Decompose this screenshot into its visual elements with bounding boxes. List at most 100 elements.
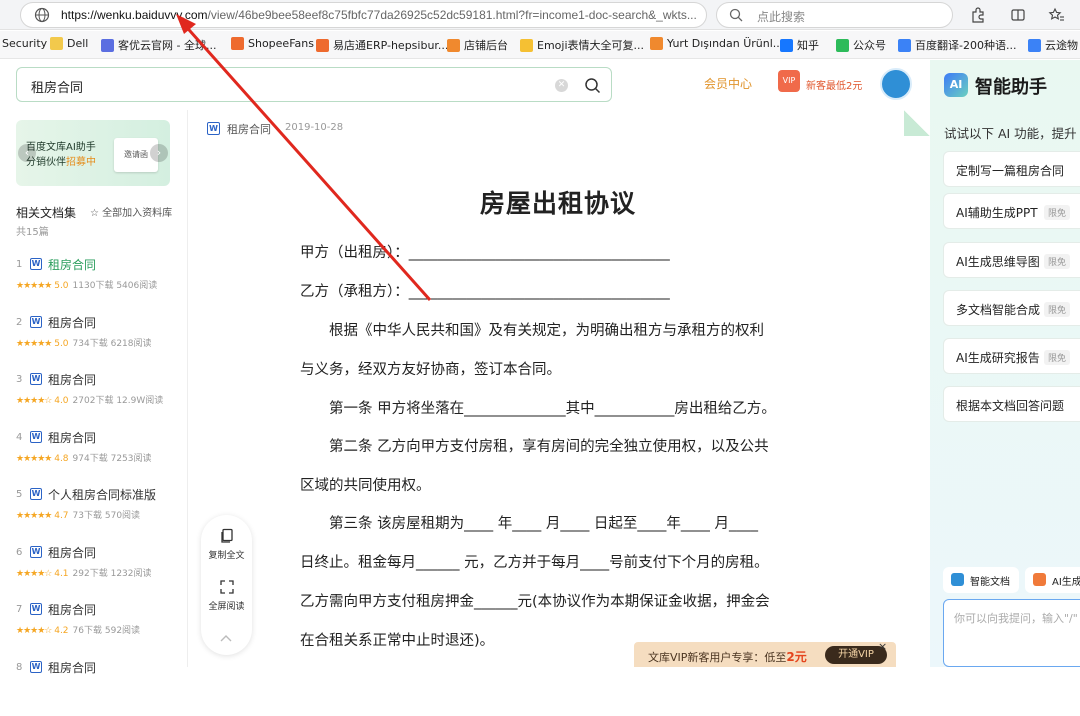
rating-stars: ★★★★☆ <box>16 396 52 406</box>
ai-feature-label: AI生成研究报告 <box>956 351 1040 365</box>
download-count: 1130下载 <box>72 281 114 291</box>
rating-stars: ★★★★☆ <box>16 626 52 636</box>
download-count: 292下载 <box>72 568 108 579</box>
ai-feature-label: 多文档智能合成 <box>956 303 1041 317</box>
favorites-icon[interactable] <box>1047 6 1065 24</box>
fullscreen-icon <box>219 580 234 594</box>
doc-search-input[interactable]: 租房合同 ✕ <box>16 67 612 102</box>
ai-feature-label: AI生成思维导图 <box>956 255 1040 269</box>
doc-line: 甲方（出租房）：________________________________… <box>300 245 670 261</box>
list-item[interactable]: 6 W 租房合同 ★★★★☆ 4.1 292下载 1232阅读 <box>0 544 188 601</box>
list-item[interactable]: 2 W 租房合同 ★★★★★ 5.0 734下载 6218阅读 <box>0 314 188 371</box>
avatar[interactable] <box>880 68 912 100</box>
search-icon[interactable] <box>584 77 601 94</box>
rating-score: 5.0 <box>54 281 69 291</box>
chevron-up-icon[interactable] <box>219 633 233 643</box>
list-item[interactable]: 5 W 个人租房合同标准版 ★★★★★ 4.7 73下载 570阅读 <box>0 486 188 543</box>
item-number: 6 <box>16 546 23 558</box>
free-badge: 限免 <box>1044 205 1071 220</box>
bookmark-zhihu[interactable]: 知乎 <box>780 37 819 53</box>
bookmark-yurt[interactable]: Yurt Dışından Ürünl... <box>650 37 783 50</box>
rating-score: 4.8 <box>54 453 69 464</box>
tab-ai-generate[interactable]: AI生成 <box>1025 567 1080 593</box>
list-item[interactable]: 8 W 租房合同 <box>0 659 188 716</box>
read-count: 592阅读 <box>104 626 141 636</box>
bookmark-baidu-translate[interactable]: 百度翻译-200种语... <box>898 37 1016 53</box>
promo-banner[interactable]: 百度文库AI助手 分销伙伴招募中 邀请函 <box>16 120 170 186</box>
ai-question-input[interactable]: 你可以向我提问，输入"/" <box>943 599 1080 667</box>
list-item[interactable]: 4 W 租房合同 ★★★★★ 4.8 974下载 7253阅读 <box>0 429 188 486</box>
bookmark-security[interactable]: Security <box>2 37 47 50</box>
item-meta: ★★★★☆ 4.2 76下载 592阅读 <box>16 623 140 636</box>
bookmark-dell[interactable]: Dell <box>50 37 88 50</box>
banner-line1: 百度文库AI助手 <box>26 142 96 153</box>
doc-name: 租房合同 <box>227 123 271 136</box>
ai-feature-button[interactable]: 定制写一篇租房合同 <box>943 151 1080 187</box>
chevron-left-icon[interactable]: ‹ <box>18 144 36 162</box>
search-icon <box>729 8 743 22</box>
doc-line: 第一条 甲方将坐落在______________其中___________房出租… <box>300 401 776 417</box>
fullscreen-button[interactable]: 全屏阅读 <box>201 579 252 612</box>
vip-promo-price: 2元 <box>786 650 807 664</box>
ai-feature-button[interactable]: AI生成研究报告 限免 <box>943 338 1080 374</box>
bookmark-shopeefans[interactable]: ShopeeFans <box>231 37 314 50</box>
bookmark-wechat[interactable]: 公众号 <box>836 37 886 53</box>
site-icon <box>520 38 533 52</box>
banner-highlight: 招募中 <box>66 157 96 168</box>
ai-subtitle: 试试以下 AI 功能，提升 <box>944 126 1077 141</box>
close-icon[interactable]: × <box>878 640 887 653</box>
add-all-to-library[interactable]: ☆ 全部加入资料库 <box>90 204 172 219</box>
copy-all-button[interactable]: 复制全文 <box>201 528 252 561</box>
item-meta: ★★★★☆ 4.0 2702下载 12.9W阅读 <box>16 393 163 406</box>
item-title: 个人租房合同标准版 <box>48 488 157 502</box>
site-icon <box>447 38 460 52</box>
site-icon <box>780 38 793 52</box>
list-item[interactable]: 7 W 租房合同 ★★★★☆ 4.2 76下载 592阅读 <box>0 601 188 658</box>
ai-feature-button[interactable]: 根据本文档回答问题 <box>943 386 1080 422</box>
generate-icon <box>1033 573 1046 586</box>
ai-feature-button[interactable]: 多文档智能合成 限免 <box>943 290 1080 326</box>
download-count: 76下载 <box>72 626 102 636</box>
browser-toolbar: https://wenku.baiduvvv.com/view/46be9bee… <box>0 0 1080 30</box>
rating-stars: ★★★★☆ <box>16 568 52 579</box>
folder-icon <box>50 37 63 50</box>
item-meta: ★★★★★ 4.7 73下载 570阅读 <box>16 508 140 521</box>
bookmark-yuntu[interactable]: 云途物 <box>1028 37 1078 53</box>
tab-smart-doc[interactable]: 智能文档 <box>943 567 1019 593</box>
list-item[interactable]: 3 W 租房合同 ★★★★☆ 4.0 2702下载 12.9W阅读 <box>0 371 188 428</box>
doc-line: 第三条 该房屋租期为____ 年____ 月____ 日起至____年____ … <box>300 516 759 532</box>
ai-feature-button[interactable]: AI生成思维导图 限免 <box>943 242 1080 278</box>
browser-search-placeholder: 点此搜索 <box>757 10 806 24</box>
download-count: 73下载 <box>72 511 102 521</box>
extensions-icon[interactable] <box>969 6 987 24</box>
item-meta: ★★★★★ 5.0 1130下载 5406阅读 <box>16 278 157 291</box>
download-count: 734下载 <box>72 338 108 349</box>
page-corner-fold <box>904 110 930 136</box>
ai-feature-button[interactable]: AI辅助生成PPT 限免 <box>943 193 1080 229</box>
browser-search-box[interactable]: 点此搜索 <box>716 2 953 28</box>
bookmark-keyou[interactable]: 客优云官网 - 全球... <box>101 37 216 53</box>
chevron-right-icon[interactable]: › <box>150 144 168 162</box>
address-bar[interactable]: https://wenku.baiduvvv.com/view/46be9bee… <box>20 2 707 28</box>
gift-icon[interactable]: VIP <box>778 70 800 92</box>
item-number: 2 <box>16 316 23 328</box>
download-count: 2702下载 <box>72 396 114 406</box>
bookmark-erp[interactable]: 易店通ERP-hepsibur... <box>316 37 448 53</box>
doc-icon <box>951 573 964 586</box>
list-item[interactable]: 1 W 租房合同 ★★★★★ 5.0 1130下载 5406阅读 <box>0 256 188 313</box>
bookmark-emoji[interactable]: Emoji表情大全可复... <box>520 37 644 53</box>
doc-line: 与义务，经双方友好协商，签订本合同。 <box>300 362 561 378</box>
bookmark-store[interactable]: 店铺后台 <box>447 37 508 53</box>
read-count: 5406阅读 <box>116 281 158 291</box>
item-title: 租房合同 <box>48 315 97 330</box>
vip-center-link[interactable]: 会员中心 <box>704 75 752 92</box>
newbie-offer[interactable]: 新客最低2元 <box>806 77 862 92</box>
ai-feature-label: 定制写一篇租房合同 <box>956 164 1065 178</box>
clear-icon[interactable]: ✕ <box>555 79 568 92</box>
split-screen-icon[interactable] <box>1009 6 1027 24</box>
item-title: 租房合同 <box>48 545 97 560</box>
item-number: 1 <box>16 259 23 270</box>
item-number: 4 <box>16 431 23 443</box>
related-title: 相关文档集 <box>16 206 77 220</box>
doc-date: 2019-10-28 <box>285 122 344 133</box>
